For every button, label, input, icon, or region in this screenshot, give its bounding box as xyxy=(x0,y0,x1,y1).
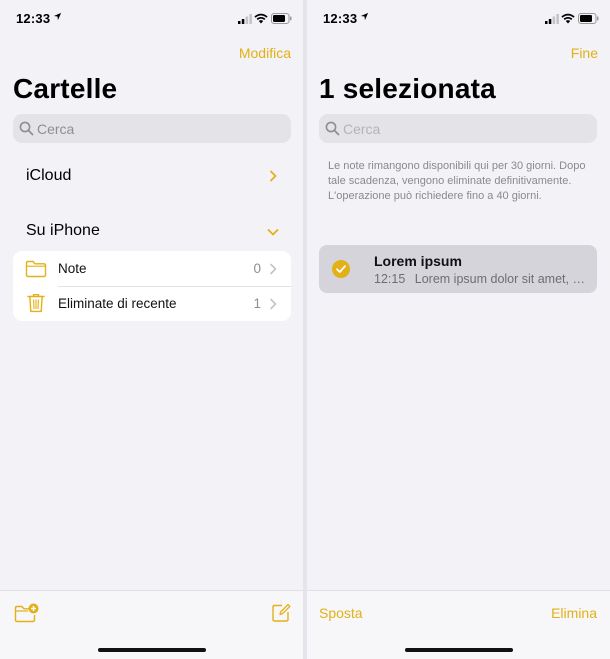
note-preview: Lorem ipsum dolor sit amet, consectetur xyxy=(414,272,589,286)
home-indicator xyxy=(97,648,206,652)
search-input[interactable] xyxy=(37,114,277,143)
group-header-icloud[interactable]: iCloud xyxy=(26,167,71,185)
status-time: 12:33 xyxy=(16,11,51,26)
wifi-icon xyxy=(561,13,575,24)
group-header-on-iphone[interactable]: Su iPhone xyxy=(26,222,100,240)
delete-button[interactable]: Elimina xyxy=(551,605,597,621)
folder-count: 0 xyxy=(253,261,261,276)
search-icon xyxy=(19,121,34,136)
cellular-signal-icon xyxy=(545,14,559,24)
note-list-item-selected[interactable]: Lorem ipsum 12:15 Lorem ipsum dolor sit … xyxy=(319,245,597,293)
search-bar[interactable] xyxy=(13,114,291,143)
folder-row-note[interactable]: Note 0 xyxy=(13,251,291,287)
trash-icon xyxy=(27,293,45,313)
done-button[interactable]: Fine xyxy=(571,45,598,61)
folder-icon xyxy=(25,260,47,278)
checkmark-circle-icon[interactable] xyxy=(332,260,350,278)
location-arrow-icon xyxy=(360,12,369,21)
folder-label: Eliminate di recente xyxy=(58,296,177,311)
battery-icon xyxy=(578,13,599,24)
retention-info-text: Le note rimangono disponibili qui per 30… xyxy=(328,160,586,202)
page-title: 1 selezionata xyxy=(319,73,496,104)
folder-label: Note xyxy=(58,261,87,276)
note-time: 12:15 xyxy=(374,272,406,286)
status-bar: 12:33 xyxy=(0,11,303,27)
folder-row-recently-deleted[interactable]: Eliminate di recente 1 xyxy=(13,286,291,321)
page-title: Cartelle xyxy=(13,73,118,104)
status-time: 12:33 xyxy=(323,11,358,26)
home-indicator xyxy=(404,648,513,652)
wifi-icon xyxy=(254,13,268,24)
search-bar[interactable] xyxy=(319,114,597,143)
folders-screen: 12:33 Modifica Cartelle iCloud Su iPhone… xyxy=(0,0,303,659)
folder-count: 1 xyxy=(253,296,261,311)
move-button[interactable]: Sposta xyxy=(319,605,363,621)
note-title: Lorem ipsum xyxy=(374,253,462,269)
chevron-right-icon[interactable] xyxy=(267,170,279,182)
chevron-right-icon xyxy=(270,263,277,275)
search-icon xyxy=(325,121,340,136)
search-input[interactable] xyxy=(343,114,583,143)
cellular-signal-icon xyxy=(238,14,252,24)
new-folder-icon[interactable] xyxy=(14,603,39,623)
chevron-down-icon[interactable] xyxy=(267,226,279,238)
status-bar: 12:33 xyxy=(307,11,610,27)
recently-deleted-screen: 12:33 Fine 1 selezionata Le note rimango… xyxy=(307,0,610,659)
location-arrow-icon xyxy=(53,12,62,21)
edit-button[interactable]: Modifica xyxy=(239,45,291,61)
compose-icon[interactable] xyxy=(271,603,291,623)
battery-icon xyxy=(271,13,292,24)
folder-list: Note 0 Eliminate di recente 1 xyxy=(13,251,291,321)
note-subtitle: 12:15 Lorem ipsum dolor sit amet, consec… xyxy=(374,272,589,286)
chevron-right-icon xyxy=(270,298,277,310)
